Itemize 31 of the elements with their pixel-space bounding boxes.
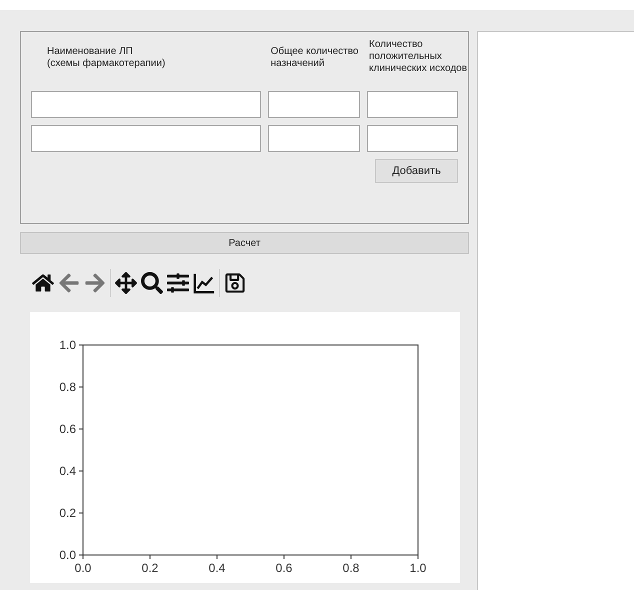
calculate-button[interactable]: Расчет	[20, 232, 469, 254]
home-icon	[32, 272, 54, 294]
left-arrow-icon	[58, 272, 80, 294]
y-tick-label: 0.8	[59, 380, 76, 394]
x-tick-label: 1.0	[410, 561, 426, 575]
y-tick-label: 0.0	[59, 548, 76, 562]
x-tick-label: 0.4	[208, 561, 226, 575]
column-header: Наименование ЛП (схемы фармакотерапии)	[47, 46, 166, 69]
input-field[interactable]	[31, 125, 261, 152]
move-icon	[115, 272, 137, 294]
input-field[interactable]	[367, 91, 458, 118]
input-field[interactable]	[268, 125, 360, 152]
y-tick-label: 0.2	[59, 506, 76, 520]
input-field[interactable]	[268, 91, 360, 118]
input-field[interactable]	[367, 125, 458, 152]
column-header: Общее количество назначений	[270, 46, 358, 69]
x-tick-label: 0.8	[342, 561, 360, 575]
search-icon	[141, 272, 163, 294]
input-field[interactable]	[31, 91, 261, 118]
x-tick-label: 0.0	[74, 561, 92, 575]
right-arrow-icon	[84, 272, 106, 294]
x-tick-label: 0.6	[276, 561, 292, 575]
y-tick-label: 1.0	[59, 338, 76, 352]
y-tick-label: 0.6	[59, 422, 76, 436]
sliders-icon	[167, 272, 189, 294]
column-header: Количество положительных клинических исходов	[369, 39, 468, 74]
add-button[interactable]: Добавить	[375, 159, 458, 183]
line-chart-icon	[193, 272, 215, 294]
save-icon	[224, 272, 246, 294]
x-tick-label: 0.2	[142, 561, 158, 575]
y-tick-label: 0.4	[59, 464, 76, 478]
